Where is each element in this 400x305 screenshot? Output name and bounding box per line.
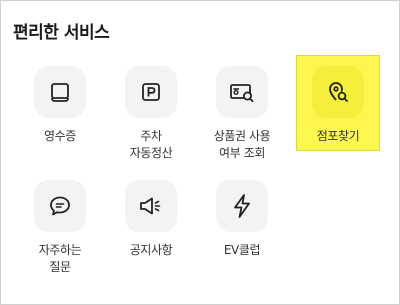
lightning-icon: [231, 193, 253, 219]
service-label: 주차 자동정산: [129, 129, 173, 160]
parking-icon-box: [125, 66, 177, 118]
store-icon-box: [312, 66, 364, 118]
service-receipt[interactable]: 영수증: [20, 66, 100, 145]
service-store-finder[interactable]: 점포찾기: [298, 66, 378, 145]
ev-icon-box: [216, 180, 268, 232]
service-label: 공지사항: [129, 243, 173, 257]
service-label: 영수증: [44, 129, 76, 143]
parking-icon: [140, 81, 162, 103]
service-label: EV클럽: [223, 243, 261, 257]
service-faq[interactable]: 자주하는 질문: [20, 180, 100, 276]
megaphone-icon: [138, 195, 164, 217]
receipt-icon-box: [34, 66, 86, 118]
service-voucher[interactable]: 상품권 사용 여부 조회: [202, 66, 282, 162]
voucher-search-icon: [229, 81, 255, 103]
service-parking[interactable]: 주차 자동정산: [111, 66, 191, 162]
service-label: 상품권 사용 여부 조회: [213, 129, 271, 160]
faq-icon-box: [34, 180, 86, 232]
voucher-icon-box: [216, 66, 268, 118]
service-ev-club[interactable]: EV클럽: [202, 180, 282, 259]
chat-bubble-icon: [48, 194, 72, 218]
service-notice[interactable]: 공지사항: [111, 180, 191, 259]
notice-icon-box: [125, 180, 177, 232]
receipt-icon: [49, 81, 71, 103]
section-title: 편리한 서비스: [13, 23, 110, 43]
service-label: 자주하는 질문: [38, 243, 82, 274]
location-search-icon: [326, 80, 350, 104]
service-label: 점포찾기: [316, 129, 360, 143]
